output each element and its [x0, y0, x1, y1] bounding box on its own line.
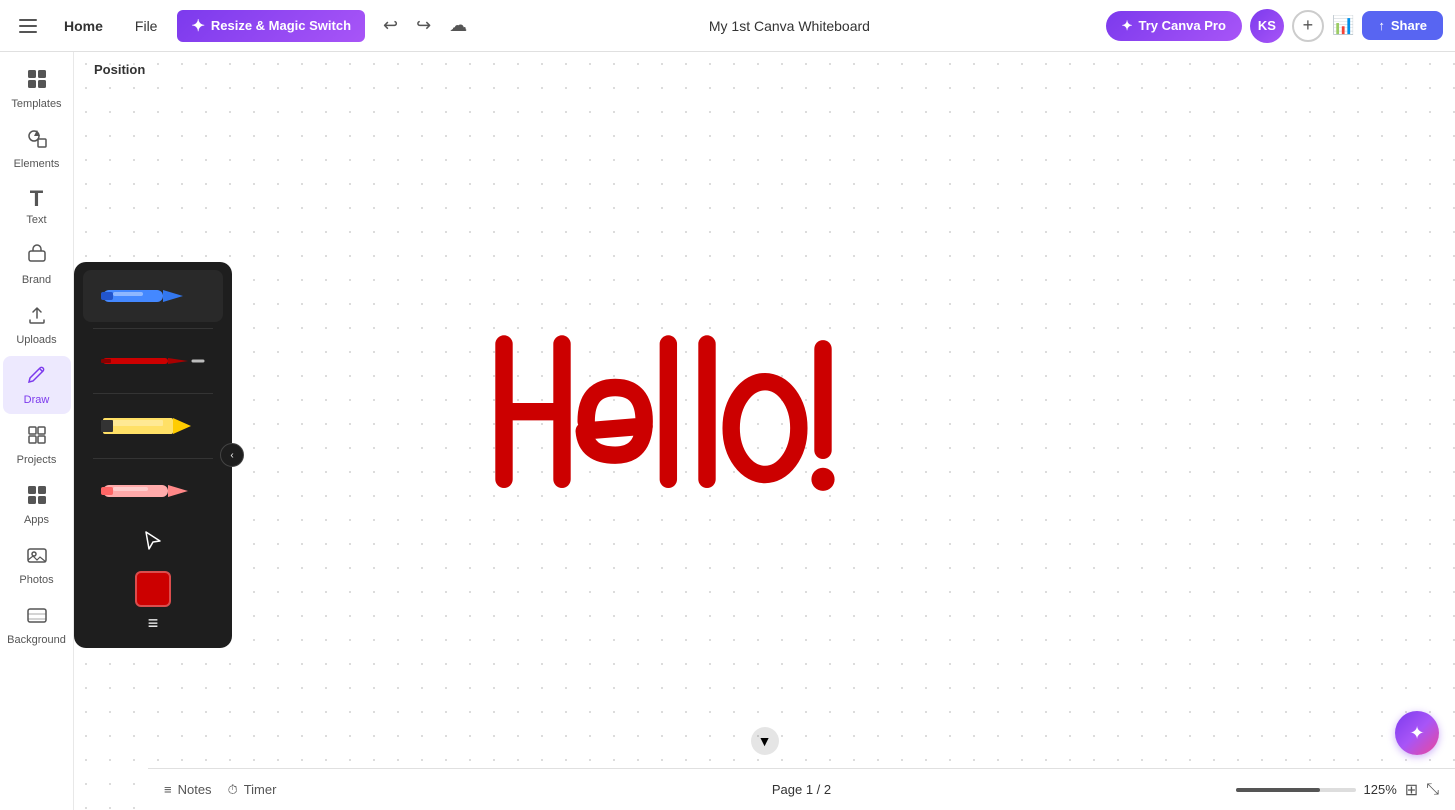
- sidebar: Templates Elements T Text: [0, 52, 74, 810]
- grid-view-button[interactable]: ⊞: [1405, 780, 1418, 800]
- photos-label: Photos: [19, 574, 53, 586]
- brush-marker[interactable]: [83, 270, 223, 322]
- photos-icon: [26, 544, 48, 570]
- add-collaborator-button[interactable]: +: [1292, 10, 1324, 42]
- lines-row: ≡: [74, 613, 232, 634]
- panel-bottom: ≡: [74, 565, 232, 640]
- hide-panel-button[interactable]: ‹: [220, 443, 244, 467]
- brush-highlighter[interactable]: [83, 400, 223, 452]
- templates-icon: [26, 68, 48, 94]
- brush-size-icon[interactable]: ≡: [148, 613, 159, 634]
- eraser-brush-preview: [93, 469, 213, 513]
- analytics-button[interactable]: 📊: [1332, 15, 1354, 36]
- timer-icon: ⏱: [228, 782, 238, 798]
- text-icon: T: [30, 188, 43, 210]
- color-swatch[interactable]: [135, 571, 171, 607]
- share-icon: ↑: [1378, 18, 1385, 33]
- expand-button[interactable]: ⤡: [1426, 781, 1439, 799]
- magic-star-icon: ✦: [191, 16, 204, 36]
- timer-button[interactable]: ⏱ Timer: [228, 782, 277, 798]
- avatar[interactable]: KS: [1250, 9, 1284, 43]
- header-center: My 1st Canva Whiteboard: [481, 18, 1097, 34]
- sidebar-item-uploads[interactable]: Uploads: [3, 296, 71, 354]
- draw-label: Draw: [24, 394, 50, 406]
- document-title[interactable]: My 1st Canva Whiteboard: [709, 18, 870, 34]
- cloud-save-button[interactable]: ☁: [443, 9, 473, 42]
- draw-icon: [26, 364, 48, 390]
- header-actions: ↩ ↪ ☁: [377, 9, 473, 42]
- sidebar-item-apps[interactable]: Apps: [3, 476, 71, 534]
- pages-nav: ▼: [751, 727, 779, 755]
- menu-icon[interactable]: [12, 10, 44, 42]
- brush-pen[interactable]: [83, 335, 223, 387]
- bottom-center: Page 1 / 2: [772, 782, 831, 797]
- header-left: Home File ✦ Resize & Magic Switch ↩ ↪ ☁: [12, 9, 473, 42]
- sidebar-item-background[interactable]: Background: [3, 596, 71, 654]
- pages-collapse-button[interactable]: ▼: [751, 727, 779, 755]
- templates-label: Templates: [11, 98, 61, 110]
- header-right: ✦ Try Canva Pro KS + 📊 ↑ Share: [1106, 9, 1443, 43]
- sidebar-item-brand[interactable]: Brand: [3, 236, 71, 294]
- notes-icon: ≡: [164, 782, 172, 797]
- canvas-content: [74, 52, 1455, 810]
- undo-button[interactable]: ↩: [377, 9, 404, 42]
- sidebar-item-draw[interactable]: Draw: [3, 356, 71, 414]
- uploads-icon: [26, 304, 48, 330]
- background-icon: [26, 604, 48, 630]
- marker-brush-preview: [93, 274, 213, 318]
- cursor-tool[interactable]: [83, 521, 223, 561]
- sidebar-item-templates[interactable]: Templates: [3, 60, 71, 118]
- bottom-left: ≡ Notes ⏱ Timer: [164, 782, 276, 798]
- draw-panel: ≡ ‹: [74, 262, 232, 648]
- home-button[interactable]: Home: [52, 12, 115, 40]
- sidebar-item-projects[interactable]: Projects: [3, 416, 71, 474]
- file-button[interactable]: File: [123, 12, 170, 40]
- sidebar-item-text[interactable]: T Text: [3, 180, 71, 234]
- elements-label: Elements: [14, 158, 60, 170]
- elements-icon: [26, 128, 48, 154]
- highlighter-brush-preview: [93, 404, 213, 448]
- sidebar-item-photos[interactable]: Photos: [3, 536, 71, 594]
- brush-divider-1: [93, 328, 213, 329]
- brush-divider-3: [93, 458, 213, 459]
- try-canva-pro-button[interactable]: ✦ Try Canva Pro: [1106, 11, 1242, 41]
- projects-icon: [26, 424, 48, 450]
- pro-star-icon: ✦: [1122, 18, 1133, 34]
- header: Home File ✦ Resize & Magic Switch ↩ ↪ ☁ …: [0, 0, 1455, 52]
- pen-brush-preview: [93, 339, 213, 383]
- position-label: Position: [94, 62, 145, 77]
- apps-label: Apps: [24, 514, 49, 526]
- redo-button[interactable]: ↪: [410, 9, 437, 42]
- uploads-label: Uploads: [16, 334, 56, 346]
- notes-button[interactable]: ≡ Notes: [164, 782, 212, 797]
- hello-drawing: [475, 321, 1055, 541]
- apps-icon: [26, 484, 48, 510]
- zoom-slider-fill: [1236, 788, 1320, 792]
- page-info: Page 1 / 2: [772, 782, 831, 797]
- brush-eraser[interactable]: [83, 465, 223, 517]
- text-label: Text: [26, 214, 46, 226]
- brush-divider-2: [93, 393, 213, 394]
- magic-canvas-button[interactable]: ✦: [1395, 711, 1439, 755]
- bottom-bar: ≡ Notes ⏱ Timer Page 1 / 2 125% ⊞ ⤡: [148, 768, 1455, 810]
- resize-magic-switch-button[interactable]: ✦ Resize & Magic Switch: [177, 10, 365, 42]
- brand-icon: [26, 244, 48, 270]
- brand-label: Brand: [22, 274, 51, 286]
- background-label: Background: [7, 634, 66, 646]
- projects-label: Projects: [17, 454, 57, 466]
- share-button[interactable]: ↑ Share: [1362, 11, 1443, 40]
- color-row: [74, 571, 232, 607]
- sidebar-item-elements[interactable]: Elements: [3, 120, 71, 178]
- cursor-icon: [141, 529, 165, 553]
- bottom-right: 125% ⊞ ⤡: [1236, 780, 1439, 800]
- canvas-area[interactable]: Position ✦ ▼: [74, 52, 1455, 810]
- zoom-slider[interactable]: [1236, 788, 1356, 792]
- zoom-level: 125%: [1364, 782, 1397, 797]
